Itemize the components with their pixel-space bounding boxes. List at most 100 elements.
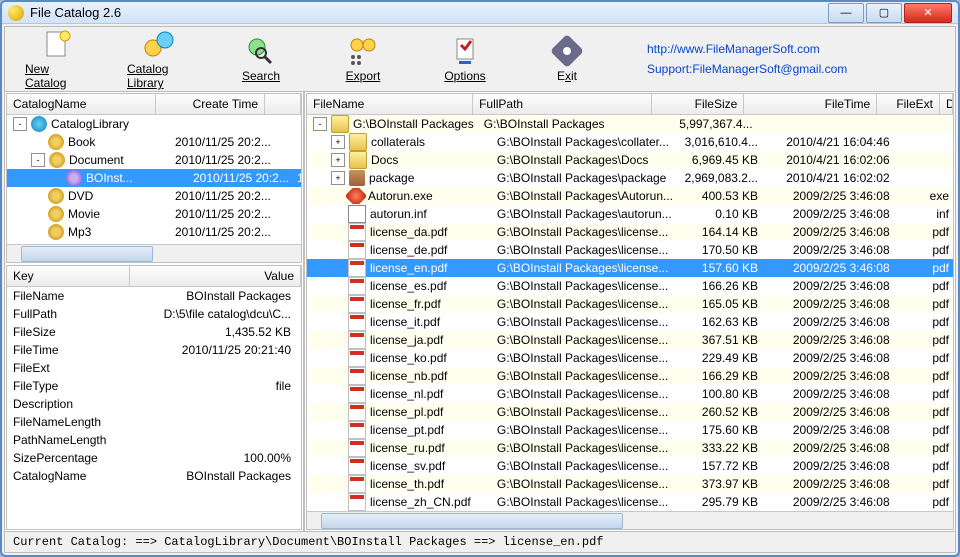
expand-toggle-icon[interactable]: + [331, 153, 345, 167]
expand-toggle-icon[interactable]: - [31, 153, 45, 167]
file-row[interactable]: license_zh_CN.pdfG:\BOInstall Packages\l… [307, 493, 953, 511]
maximize-button[interactable]: ▢ [866, 3, 902, 23]
file-row[interactable]: +collateralsG:\BOInstall Packages\collat… [307, 133, 953, 151]
file-row[interactable]: license_sv.pdfG:\BOInstall Packages\lice… [307, 457, 953, 475]
file-size-value: 162.63 KB [672, 315, 762, 329]
file-path-value: G:\BOInstall Packages\license... [493, 495, 672, 509]
catalog-library-button[interactable]: Catalog Library [127, 28, 191, 90]
property-value: BOInstall Packages [123, 289, 301, 303]
support-link[interactable]: Support:FileManagerSoft@gmail.com [647, 62, 847, 76]
expand-toggle-icon[interactable]: - [13, 117, 27, 131]
file-row[interactable]: license_fr.pdfG:\BOInstall Packages\lice… [307, 295, 953, 313]
file-row[interactable]: license_nb.pdfG:\BOInstall Packages\lice… [307, 367, 953, 385]
file-name-label: license_ja.pdf [370, 333, 443, 347]
create-time-value: 2010/11/25 20:2... [189, 171, 293, 185]
titlebar[interactable]: File Catalog 2.6 — ▢ ✕ [2, 2, 958, 24]
expand-toggle-icon[interactable]: + [331, 171, 345, 185]
pdf-icon [348, 349, 366, 367]
catalog-tree-row[interactable]: DVD2010/11/25 20:2... [7, 187, 301, 205]
create-time-value: 2010/11/25 20:2... [171, 135, 275, 149]
export-button[interactable]: Export [331, 35, 395, 83]
file-row[interactable]: license_en.pdfG:\BOInstall Packages\lice… [307, 259, 953, 277]
file-row[interactable]: Autorun.exeG:\BOInstall Packages\Autorun… [307, 187, 953, 205]
col-value[interactable]: Value [130, 266, 301, 286]
catalog-tree-scrollbar[interactable] [7, 244, 301, 262]
property-row[interactable]: FileExt [7, 359, 301, 377]
property-row[interactable]: FullPathD:\5\file catalog\dcu\C... [7, 305, 301, 323]
catalog-tree-row[interactable]: BOInst...2010/11/25 20:2...1,435.52 [7, 169, 301, 187]
file-ext-value: pdf [894, 333, 953, 347]
property-key: SizePercentage [7, 451, 123, 465]
minimize-button[interactable]: — [828, 3, 864, 23]
options-button[interactable]: Options [433, 35, 497, 83]
property-row[interactable]: CatalogNameBOInstall Packages [7, 467, 301, 485]
file-ext-value: exe [894, 189, 953, 203]
file-name-label: license_pl.pdf [370, 405, 443, 419]
close-button[interactable]: ✕ [904, 3, 952, 23]
file-ext-value: pdf [894, 243, 953, 257]
new-catalog-button[interactable]: New Catalog [25, 28, 89, 90]
properties-header[interactable]: Key Value [7, 266, 301, 287]
col-filename[interactable]: FileName [307, 94, 473, 114]
property-row[interactable]: Description [7, 395, 301, 413]
col-filesize[interactable]: FileSize [652, 94, 744, 114]
catalog-tree[interactable]: -CatalogLibraryBook2010/11/25 20:2...-Do… [7, 115, 301, 244]
file-size-value: 400.53 KB [672, 189, 762, 203]
catalog-tree-row[interactable]: Book2010/11/25 20:2... [7, 133, 301, 151]
file-row[interactable]: autorun.infG:\BOInstall Packages\autorun… [307, 205, 953, 223]
expand-toggle-icon[interactable]: + [331, 135, 345, 149]
col-fullpath[interactable]: FullPath [473, 94, 652, 114]
new-catalog-icon [41, 28, 73, 60]
file-size-value: 6,969.45 KB [672, 153, 762, 167]
col-create-time[interactable]: Create Time [156, 94, 265, 114]
file-list-scrollbar[interactable] [307, 511, 953, 529]
catalog-tree-row[interactable]: -CatalogLibrary [7, 115, 301, 133]
file-row[interactable]: license_da.pdfG:\BOInstall Packages\lice… [307, 223, 953, 241]
file-row[interactable]: license_pl.pdfG:\BOInstall Packages\lice… [307, 403, 953, 421]
file-row[interactable]: +packageG:\BOInstall Packages\package2,9… [307, 169, 953, 187]
property-row[interactable]: PathNameLength [7, 431, 301, 449]
file-row[interactable]: license_pt.pdfG:\BOInstall Packages\lice… [307, 421, 953, 439]
col-filetime[interactable]: FileTime [744, 94, 877, 114]
catalog-tree-row[interactable]: -Document2010/11/25 20:2... [7, 151, 301, 169]
property-row[interactable]: SizePercentage100.00% [7, 449, 301, 467]
file-row[interactable]: license_it.pdfG:\BOInstall Packages\lice… [307, 313, 953, 331]
exit-button[interactable]: Exit [535, 35, 599, 83]
property-row[interactable]: FileNameLength [7, 413, 301, 431]
file-row[interactable]: license_ja.pdfG:\BOInstall Packages\lice… [307, 331, 953, 349]
pkg-icon [349, 170, 365, 186]
expand-toggle-icon[interactable]: - [313, 117, 327, 131]
catalog-tree-row[interactable]: Movie2010/11/25 20:2... [7, 205, 301, 223]
search-button[interactable]: Search [229, 35, 293, 83]
file-ext-value: pdf [894, 495, 953, 509]
property-row[interactable]: FileSize1,435.52 KB [7, 323, 301, 341]
file-row[interactable]: license_es.pdfG:\BOInstall Packages\lice… [307, 277, 953, 295]
pdf-icon [348, 403, 366, 421]
app-window: File Catalog 2.6 — ▢ ✕ New Catalog Catal… [0, 0, 960, 557]
col-description[interactable]: Descrip [940, 94, 953, 114]
file-row[interactable]: license_ru.pdfG:\BOInstall Packages\lice… [307, 439, 953, 457]
site-link[interactable]: http://www.FileManagerSoft.com [647, 42, 847, 56]
properties-panel[interactable]: FileNameBOInstall PackagesFullPathD:\5\f… [7, 287, 301, 529]
file-list[interactable]: -G:\BOInstall PackagesG:\BOInstall Packa… [307, 115, 953, 511]
col-catalog-name[interactable]: CatalogName [7, 94, 156, 114]
file-list-header[interactable]: FileName FullPath FileSize FileTime File… [307, 94, 953, 115]
col-key[interactable]: Key [7, 266, 130, 286]
file-row[interactable]: license_ko.pdfG:\BOInstall Packages\lice… [307, 349, 953, 367]
col-fileext[interactable]: FileExt [877, 94, 940, 114]
file-size-value: 157.60 KB [672, 261, 762, 275]
property-row[interactable]: FileTime2010/11/25 20:21:40 [7, 341, 301, 359]
property-row[interactable]: FileTypefile [7, 377, 301, 395]
catalog-tree-row[interactable]: Mp32010/11/25 20:2... [7, 223, 301, 241]
file-row[interactable]: license_th.pdfG:\BOInstall Packages\lice… [307, 475, 953, 493]
file-row[interactable]: -G:\BOInstall PackagesG:\BOInstall Packa… [307, 115, 953, 133]
file-ext-value: inf [894, 207, 953, 221]
export-label: Export [346, 69, 381, 83]
file-row[interactable]: license_nl.pdfG:\BOInstall Packages\lice… [307, 385, 953, 403]
file-row[interactable]: +DocsG:\BOInstall Packages\Docs6,969.45 … [307, 151, 953, 169]
catalog-library-icon [143, 28, 175, 60]
file-row[interactable]: license_de.pdfG:\BOInstall Packages\lice… [307, 241, 953, 259]
file-name-label: license_en.pdf [370, 261, 447, 275]
property-row[interactable]: FileNameBOInstall Packages [7, 287, 301, 305]
catalog-tree-header[interactable]: CatalogName Create Time [7, 94, 301, 115]
